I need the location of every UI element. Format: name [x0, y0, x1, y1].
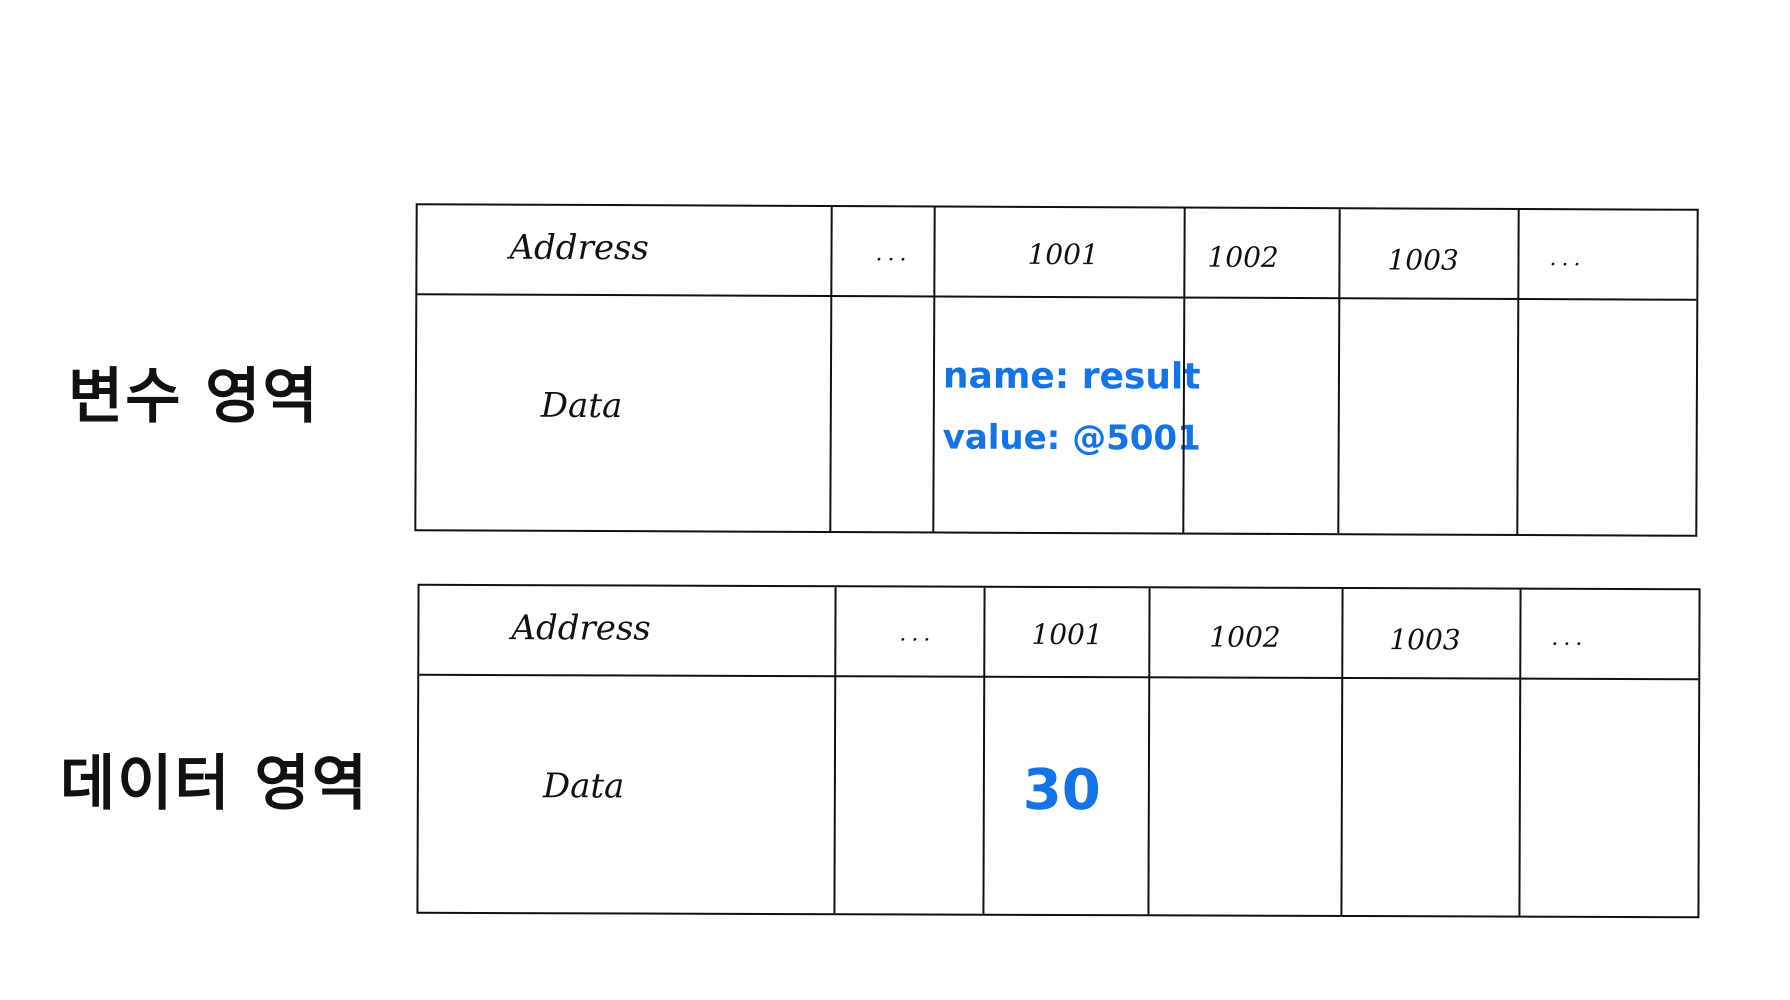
address-1001: 1001	[1031, 617, 1103, 652]
address-1002: 1002	[1209, 620, 1281, 654]
data-row-label: Data	[540, 385, 623, 427]
address-ellipsis-right: ...	[1551, 625, 1588, 651]
data-area-table: Address ... 1001 1002 1003 ... Data 30	[416, 583, 1701, 919]
address-1003: 1003	[1389, 623, 1461, 657]
address-row-label: Address	[511, 608, 651, 649]
data-area-label: 데이터 영역	[60, 749, 369, 819]
address-1001: 1001	[1027, 237, 1099, 272]
notebook-page: 변수 영역 Address ... 1001 1002 1003 ... Dat…	[0, 0, 1790, 1000]
address-row-label: Address	[509, 227, 649, 269]
data-row: Data 30	[418, 674, 1698, 916]
address-row: Address ... 1001 1002 1003 ...	[417, 205, 1697, 301]
address-1002: 1002	[1207, 240, 1279, 274]
address-ellipsis-left: ...	[899, 621, 936, 647]
variable-name-text: name: result	[942, 355, 1201, 398]
data-row-label: Data	[542, 766, 625, 807]
variable-area-table: Address ... 1001 1002 1003 ... Data name…	[414, 203, 1699, 537]
address-ellipsis-right: ...	[1549, 246, 1586, 272]
variable-area-label: 변수 영역	[68, 362, 320, 432]
address-row: Address ... 1001 1002 1003 ...	[419, 585, 1699, 681]
address-ellipsis-left: ...	[875, 241, 912, 267]
data-row: Data name: result value: @5001	[416, 293, 1696, 535]
address-1003: 1003	[1387, 243, 1459, 277]
variable-value-text: value: @5001	[942, 417, 1201, 459]
stored-value-text: 30	[1022, 757, 1101, 824]
